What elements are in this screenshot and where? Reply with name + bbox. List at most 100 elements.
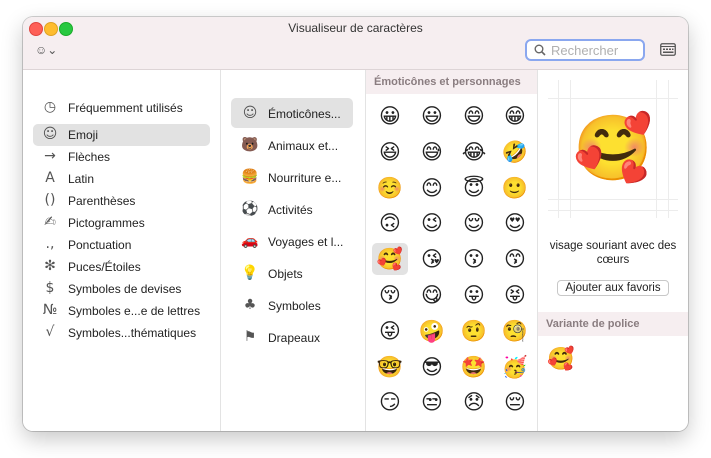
clock-icon: ◷ [43, 99, 57, 115]
category-label: Emoji [68, 128, 99, 142]
category-item-letterlike-symbols[interactable]: № Symboles e...e de lettres [33, 300, 210, 322]
category-item-latin[interactable]: A Latin [33, 168, 210, 190]
subcategory-item-food[interactable]: 🍔 Nourriture e... [231, 162, 353, 192]
category-item-currency-symbols[interactable]: $ Symboles de devises [33, 278, 210, 300]
category-label: Symboles...thématiques [68, 326, 197, 340]
emoji-cell[interactable]: 😎 [414, 351, 450, 383]
emoji-cell[interactable]: 🥳 [497, 351, 533, 383]
category-item-punctuation[interactable]: ., Ponctuation [33, 234, 210, 256]
section-header: Émoticônes et personnages [366, 70, 537, 94]
guide-line [548, 210, 678, 211]
emoji-cell[interactable]: 🤣 [497, 136, 533, 168]
add-to-favorites-button[interactable]: Ajouter aux favoris [557, 280, 669, 296]
emoji-cell[interactable]: 🤨 [456, 315, 492, 347]
arrow-icon: → [44, 148, 56, 164]
emoji-cell[interactable]: 😘 [414, 243, 450, 275]
emoji-cell[interactable]: 🙂 [497, 172, 533, 204]
emoji-cell[interactable]: 😀 [372, 100, 408, 132]
subcategory-label: Nourriture e... [268, 171, 342, 185]
emoji-cell[interactable]: 😔 [497, 386, 533, 418]
subcategory-label: Symboles [268, 299, 321, 313]
category-label: Puces/Étoiles [68, 260, 141, 274]
soccer-ball-icon: ⚽ [241, 201, 259, 217]
category-item-parentheses[interactable]: () Parenthèses [33, 190, 210, 212]
emoji-cell[interactable]: 🤪 [414, 315, 450, 347]
emoji-cell[interactable]: ☺️ [372, 172, 408, 204]
titlebar: Visualiseur de caractères ☺⌄ [23, 17, 688, 70]
subcategory-item-activities[interactable]: ⚽ Activités [231, 194, 353, 224]
emoji-cell[interactable]: 🙃 [372, 207, 408, 239]
preview-emoji: 🥰 [573, 112, 653, 186]
category-label: Pictogrammes [68, 216, 145, 230]
category-label: Parenthèses [68, 194, 136, 208]
subcategory-item-symbols[interactable]: ♣ Symboles [231, 290, 353, 320]
subcategory-item-travel[interactable]: 🚗 Voyages et l... [231, 226, 353, 256]
emoji-preview: 🥰 [548, 80, 678, 218]
subcategory-item-emoticons[interactable]: ☺ Émoticônes... [231, 98, 353, 128]
category-label: Latin [68, 172, 95, 186]
emoji-cell[interactable]: 🥰 [372, 243, 408, 275]
emoji-options-menu[interactable]: ☺⌄ [35, 43, 57, 57]
emoji-cell[interactable]: 😛 [456, 279, 492, 311]
bear-icon: 🐻 [241, 137, 259, 153]
category-item-frequently-used[interactable]: ◷ Fréquemment utilisés [33, 97, 210, 119]
emoji-cell[interactable]: 😊 [414, 172, 450, 204]
category-label: Fréquemment utilisés [68, 101, 183, 115]
emoji-cell[interactable]: 😁 [497, 100, 533, 132]
category-item-pictographs[interactable]: ✍ Pictogrammes [33, 212, 210, 234]
keyboard-viewer-icon[interactable] [660, 43, 676, 59]
emoji-cell[interactable]: 🤓 [372, 351, 408, 383]
search-icon [534, 44, 546, 59]
character-viewer-window: Visualiseur de caractères ☺⌄ ◷ Fréquemme… [23, 17, 688, 431]
symbols-icon: ♣ [243, 297, 257, 313]
latin-letter-icon: A [45, 170, 55, 186]
category-label: Flèches [68, 150, 111, 164]
search-input[interactable] [551, 42, 641, 58]
subcategory-item-flags[interactable]: ⚑ Drapeaux [231, 322, 353, 352]
category-item-emoji[interactable]: ☺ Emoji [33, 124, 210, 146]
lightbulb-icon: 💡 [241, 265, 259, 281]
subcategory-label: Activités [268, 203, 313, 217]
emoji-cell[interactable]: 🧐 [497, 315, 533, 347]
subcategory-item-animals[interactable]: 🐻 Animaux et... [231, 130, 353, 160]
flag-icon: ⚑ [243, 329, 257, 345]
parentheses-icon: () [44, 192, 56, 208]
subcategory-list: ☺ Émoticônes... 🐻 Animaux et... 🍔 Nourri… [221, 70, 366, 431]
emoji-cell[interactable]: 😏 [372, 386, 408, 418]
emoji-cell[interactable]: 😍 [497, 207, 533, 239]
emoji-cell[interactable]: 😅 [414, 136, 450, 168]
subcategory-label: Voyages et l... [268, 235, 344, 249]
category-label: Symboles e...e de lettres [68, 304, 201, 318]
emoji-cell[interactable]: 😋 [414, 279, 450, 311]
font-variant-emoji[interactable]: 🥰 [546, 345, 576, 375]
smiley-icon: ☺ [242, 105, 258, 121]
burger-icon: 🍔 [241, 169, 259, 185]
dollar-icon: $ [45, 280, 55, 296]
emoji-cell[interactable]: 😂 [456, 136, 492, 168]
window-title: Visualiseur de caractères [288, 21, 423, 35]
emoji-cell[interactable]: 😝 [497, 279, 533, 311]
emoji-cell[interactable]: 🤩 [456, 351, 492, 383]
emoji-cell[interactable]: 😞 [456, 386, 492, 418]
emoji-cell[interactable]: 😉 [414, 207, 450, 239]
emoji-grid-panel: Émoticônes et personnages 😀 😃 😄 😁 😆 😅 😂 🤣 ☺️ 😊 😇 🙂 🙃… [366, 70, 538, 431]
emoji-cell[interactable]: 😜 [372, 315, 408, 347]
emoji-cell[interactable]: 😄 [456, 100, 492, 132]
car-icon: 🚗 [241, 233, 259, 249]
emoji-cell[interactable]: 😒 [414, 386, 450, 418]
emoji-cell[interactable]: 😚 [372, 279, 408, 311]
emoji-cell[interactable]: 😇 [456, 172, 492, 204]
guide-line [548, 199, 678, 200]
subcategory-item-objects[interactable]: 💡 Objets [231, 258, 353, 288]
emoji-cell[interactable]: 😌 [456, 207, 492, 239]
asterisk-icon: ✻ [44, 258, 56, 274]
emoji-cell[interactable]: 😗 [456, 243, 492, 275]
category-item-math-symbols[interactable]: √ Symboles...thématiques [33, 322, 210, 344]
emoji-cell[interactable]: 😃 [414, 100, 450, 132]
category-item-arrows[interactable]: → Flèches [33, 146, 210, 168]
emoji-cell[interactable]: 😙 [497, 243, 533, 275]
category-item-bullets-stars[interactable]: ✻ Puces/Étoiles [33, 256, 210, 278]
search-field[interactable] [525, 39, 645, 61]
emoji-cell[interactable]: 😆 [372, 136, 408, 168]
subcategory-label: Émoticônes... [268, 107, 341, 121]
